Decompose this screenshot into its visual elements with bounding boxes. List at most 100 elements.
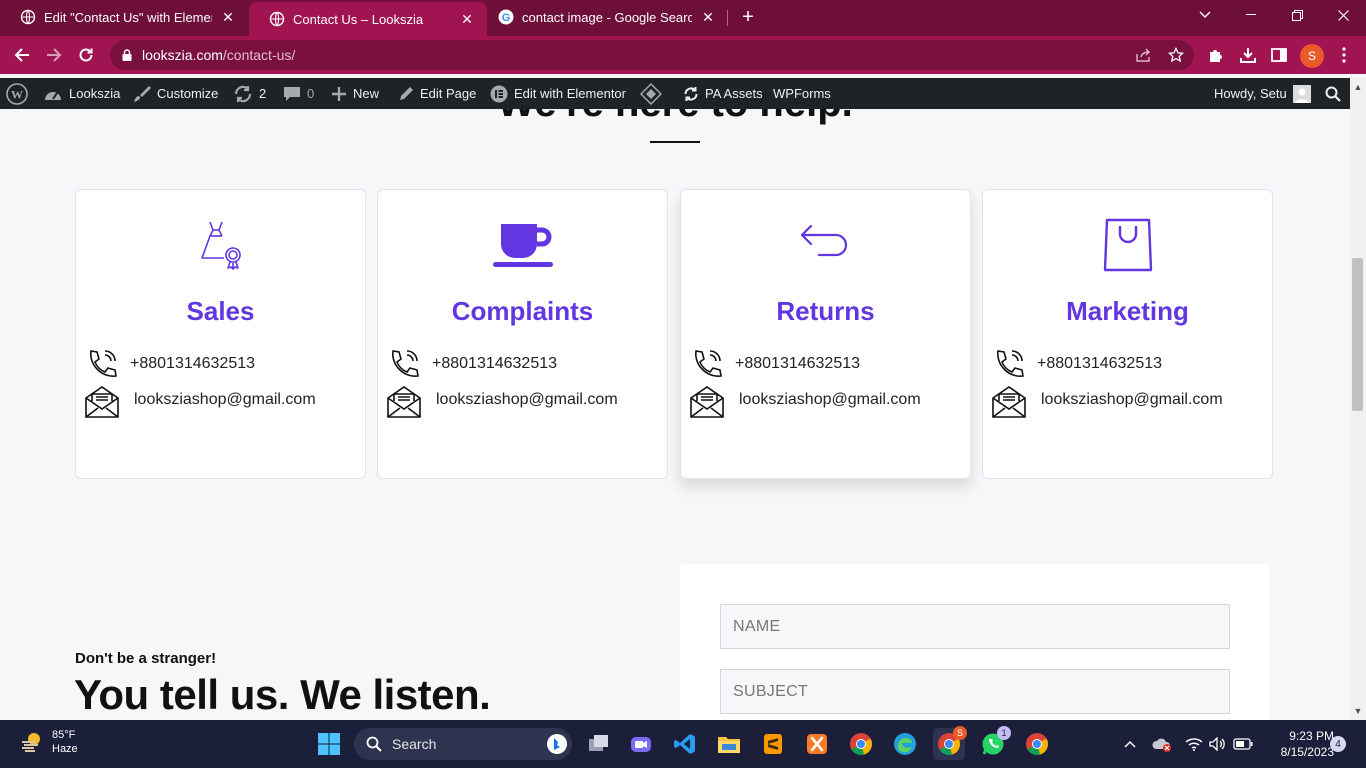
diamond-icon [640, 82, 662, 105]
volume-icon[interactable] [1208, 734, 1228, 754]
globe-icon [20, 9, 36, 25]
scroll-down-arrow-icon[interactable]: ▼ [1350, 704, 1366, 718]
restore-button[interactable] [1274, 0, 1320, 30]
envelope-icon [689, 385, 725, 419]
tab-elementor-editor[interactable]: Edit "Contact Us" with Elementor ✕ [0, 0, 248, 34]
edit-page-link[interactable]: Edit Page [398, 78, 476, 109]
email-row: looksziashop@gmail.com [991, 385, 1223, 419]
dress-icon [76, 218, 365, 272]
plugin-diamond-button[interactable] [640, 78, 662, 109]
chrome-icon [1026, 733, 1048, 756]
folder-icon [718, 737, 740, 753]
cup-icon [378, 218, 667, 272]
whatsapp-button[interactable]: 1 [977, 726, 1011, 760]
side-panel-icon[interactable] [1268, 44, 1290, 66]
extensions-puzzle-icon[interactable] [1205, 44, 1227, 66]
menu-kebab-icon[interactable] [1333, 44, 1355, 66]
wordpress-logo-button[interactable]: W [6, 78, 28, 109]
vscode-button[interactable] [669, 728, 701, 760]
taskbar-search[interactable]: Search [354, 728, 572, 760]
new-tab-button[interactable]: + [737, 6, 759, 28]
phone-number[interactable]: +8801314632513 [130, 355, 255, 373]
tab-close-icon[interactable]: ✕ [700, 9, 716, 26]
address-bar[interactable]: lookszia.com/contact-us/ [110, 40, 1194, 70]
wpforms-link[interactable]: WPForms [773, 78, 831, 109]
reload-button[interactable] [72, 41, 100, 69]
sublime-text-button[interactable] [757, 728, 789, 760]
clock-time: 9:23 PM [1289, 729, 1334, 743]
heading-divider [650, 141, 700, 143]
subject-input[interactable]: SUBJECT [720, 669, 1230, 714]
show-hidden-icons-chevron-icon[interactable] [1120, 734, 1140, 754]
back-button[interactable] [8, 41, 36, 69]
updates-link[interactable]: 2 [233, 78, 266, 109]
wp-admin-bar: W Lookszia Customize 2 0 New Edit Page E… [0, 78, 1350, 109]
bing-icon [547, 734, 567, 754]
tab-search-chevron-icon[interactable] [1182, 0, 1228, 30]
wifi-icon[interactable] [1184, 734, 1204, 754]
scrollbar-thumb[interactable] [1352, 258, 1363, 411]
start-button[interactable] [313, 728, 345, 760]
onedrive-error-icon[interactable] [1152, 734, 1172, 754]
google-icon: G [498, 9, 514, 25]
dashboard-gauge-icon [45, 91, 61, 100]
scroll-up-arrow-icon[interactable]: ▲ [1350, 80, 1366, 94]
battery-icon[interactable] [1233, 734, 1253, 754]
email-address[interactable]: looksziashop@gmail.com [134, 391, 316, 409]
pa-assets-link[interactable]: PA Assets [683, 78, 763, 109]
system-clock[interactable]: 9:23 PM 8/15/2023 [1260, 728, 1334, 760]
share-icon[interactable] [1133, 44, 1155, 66]
tab-title: contact image - Google Search [522, 9, 692, 25]
notification-center-badge[interactable]: 4 [1330, 736, 1346, 752]
file-explorer-button[interactable] [713, 728, 745, 760]
email-address[interactable]: looksziashop@gmail.com [739, 391, 921, 409]
phone-number[interactable]: +8801314632513 [432, 355, 557, 373]
tab-close-icon[interactable]: ✕ [220, 9, 236, 26]
minimize-button[interactable] [1228, 0, 1274, 30]
refresh-icon [684, 86, 698, 101]
email-address[interactable]: looksziashop@gmail.com [1041, 391, 1223, 409]
chrome-button[interactable] [845, 728, 877, 760]
section-eyebrow: Don't be a stranger! [75, 650, 217, 667]
phone-row: +8801314632513 [689, 347, 860, 381]
card-title: Sales [186, 296, 255, 326]
card-title: Returns [776, 296, 875, 326]
comments-link[interactable]: 0 [283, 78, 314, 109]
weather-widget[interactable]: 85°F Haze [20, 728, 78, 756]
new-content-link[interactable]: New [331, 78, 379, 109]
edge-button[interactable] [889, 728, 921, 760]
tab-google-search[interactable]: G contact image - Google Search ✕ [478, 0, 728, 34]
xampp-icon [807, 734, 827, 754]
download-icon[interactable] [1237, 44, 1259, 66]
admin-search-icon[interactable] [1325, 78, 1341, 109]
tab-close-icon[interactable]: ✕ [459, 11, 475, 28]
edit-with-elementor-link[interactable]: Edit with Elementor [490, 78, 626, 109]
phone-row: +8801314632513 [991, 347, 1162, 381]
edit-with-elementor-label: Edit with Elementor [514, 86, 626, 101]
search-icon [366, 736, 382, 752]
task-view-button[interactable] [582, 728, 614, 760]
bookmark-star-icon[interactable] [1165, 44, 1187, 66]
comment-bubble-icon [284, 86, 300, 101]
teams-chat-button[interactable] [625, 728, 657, 760]
profile-avatar[interactable]: S [1300, 44, 1324, 68]
name-input[interactable]: NAME [720, 604, 1230, 649]
lock-icon [122, 49, 136, 61]
phone-number[interactable]: +8801314632513 [1037, 355, 1162, 373]
sublime-icon [764, 734, 782, 754]
section-title: You tell us. We listen. [74, 671, 491, 718]
my-account-link[interactable]: Howdy, Setu [1214, 78, 1311, 109]
close-window-button[interactable] [1320, 0, 1366, 30]
card-title: Complaints [451, 296, 594, 326]
xampp-button[interactable] [801, 728, 833, 760]
customize-link[interactable]: Customize [133, 78, 218, 109]
clock-date: 8/15/2023 [1280, 745, 1334, 759]
email-address[interactable]: looksziashop@gmail.com [436, 391, 618, 409]
email-row: looksziashop@gmail.com [386, 385, 618, 419]
chrome-profile-button[interactable]: S [933, 726, 967, 760]
forward-button[interactable] [40, 41, 68, 69]
phone-number[interactable]: +8801314632513 [735, 355, 860, 373]
chrome-alt-profile-button[interactable] [1021, 728, 1053, 760]
site-name-link[interactable]: Lookszia [43, 78, 120, 109]
tab-contact-us[interactable]: Contact Us – Lookszia ✕ [249, 2, 487, 36]
